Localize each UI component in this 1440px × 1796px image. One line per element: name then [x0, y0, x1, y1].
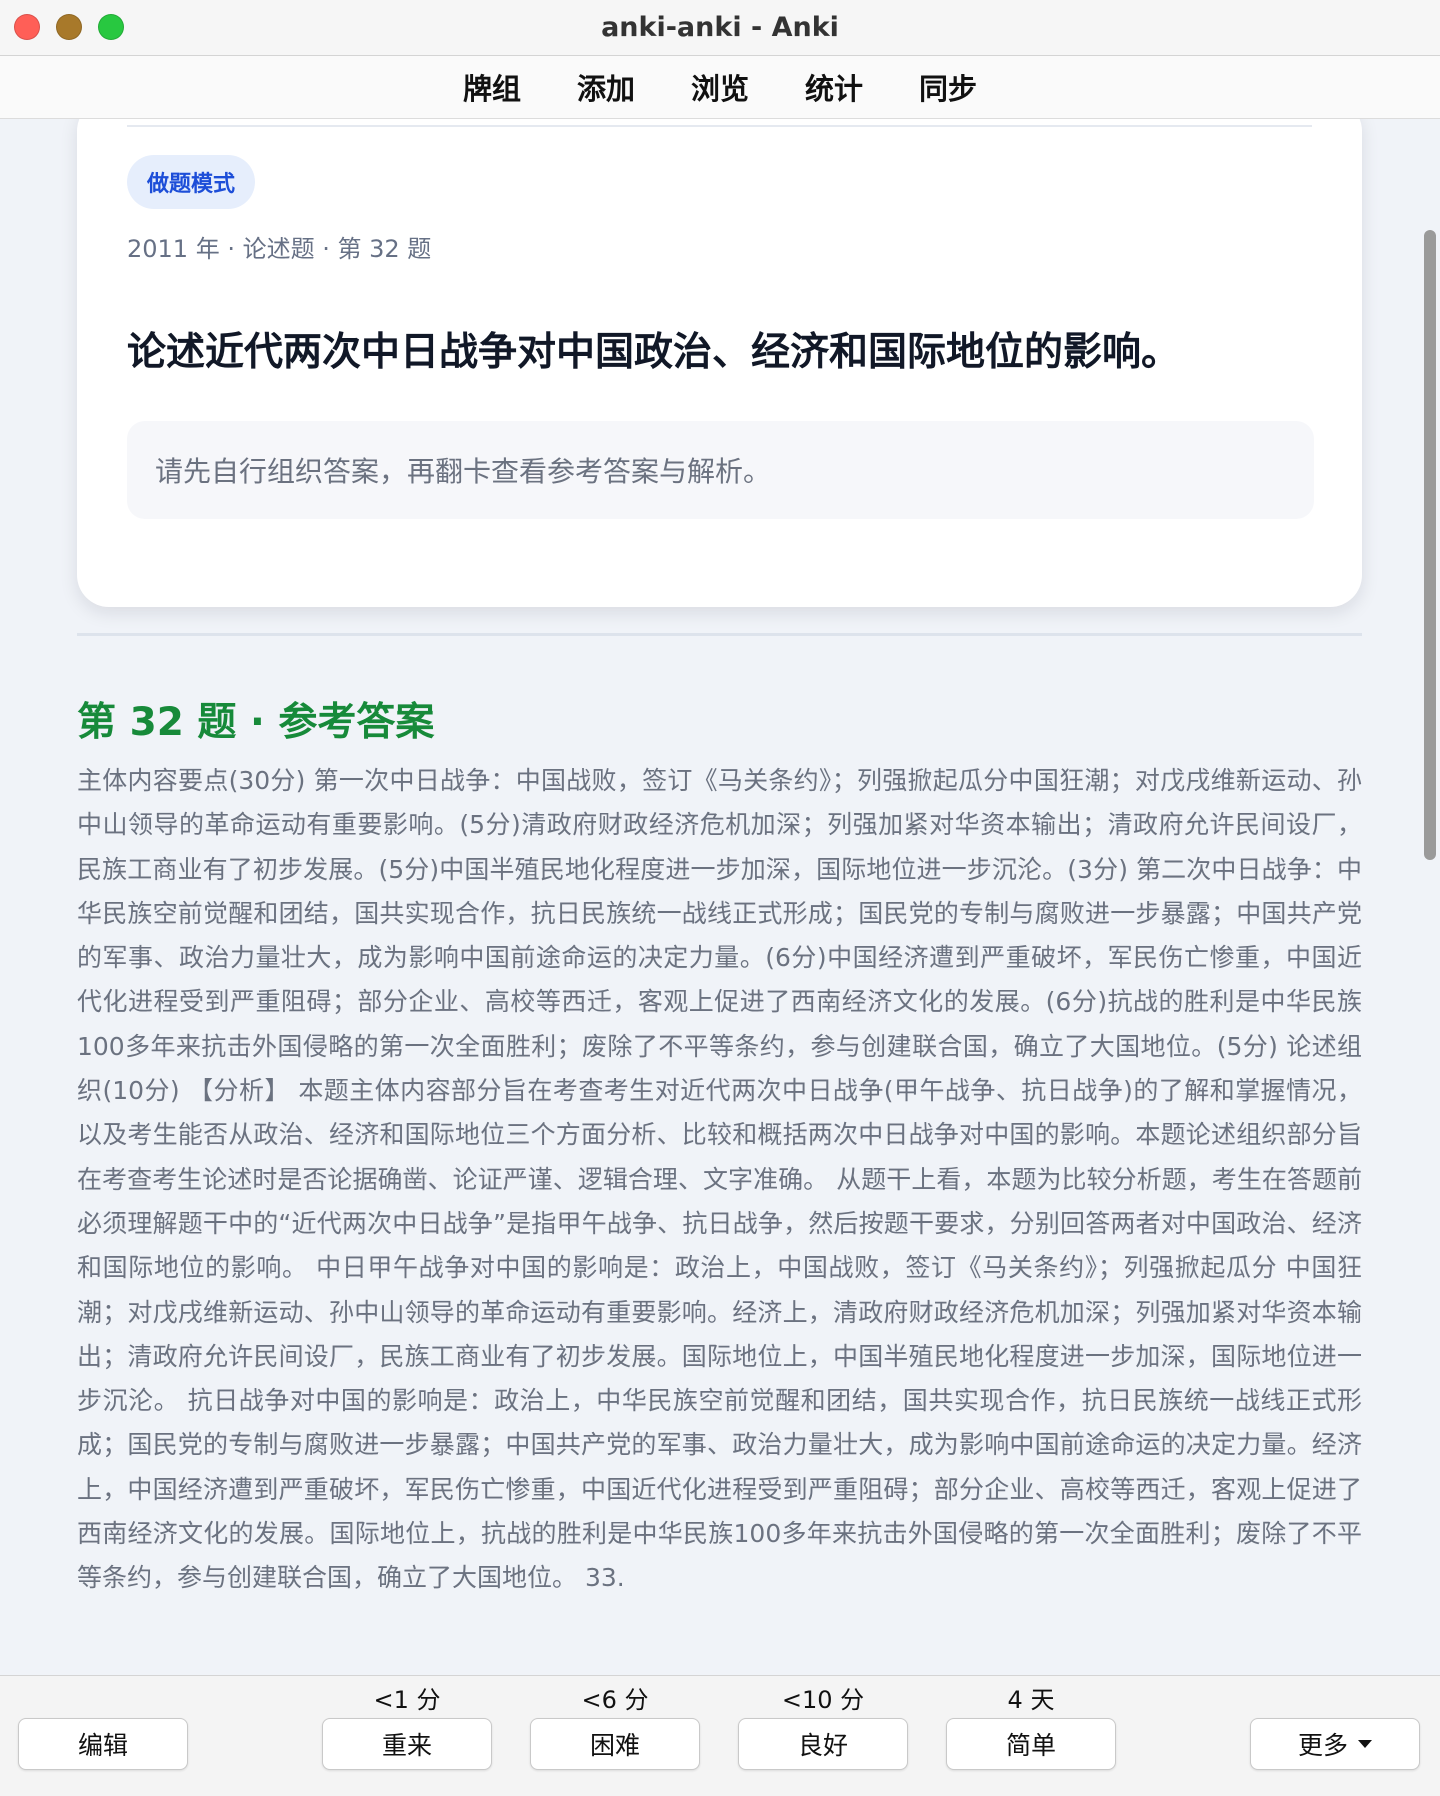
review-content[interactable]: 做题模式 2011 年 · 论述题 · 第 32 题 论述近代两次中日战争对中国… [0, 119, 1440, 1675]
main-nav: 牌组 添加 浏览 统计 同步 [0, 56, 1440, 119]
question-text: 论述近代两次中日战争对中国政治、经济和国际地位的影响。 [127, 330, 1181, 375]
window-controls [14, 14, 124, 40]
window-title: anki-anki - Anki [601, 12, 839, 43]
nav-sync[interactable]: 同步 [891, 66, 1005, 108]
nav-stats[interactable]: 统计 [777, 66, 891, 108]
edit-button[interactable]: 编辑 [18, 1718, 188, 1770]
answer-divider [77, 633, 1362, 636]
scrollbar[interactable] [1424, 230, 1436, 860]
hard-interval: <6 分 [581, 1686, 649, 1714]
dropdown-caret-icon [1358, 1740, 1372, 1748]
more-button[interactable]: 更多 [1250, 1718, 1420, 1770]
nav-decks[interactable]: 牌组 [435, 66, 549, 108]
title-bar: anki-anki - Anki [0, 0, 1440, 56]
question-card: 做题模式 2011 年 · 论述题 · 第 32 题 论述近代两次中日战争对中国… [77, 119, 1362, 607]
review-toolbar: 编辑 <1 分 重来 <6 分 困难 <10 分 良好 4 天 简单 更多 [0, 1675, 1440, 1796]
maximize-window-button[interactable] [98, 14, 124, 40]
more-label: 更多 [1297, 1731, 1348, 1760]
easy-interval: 4 天 [1007, 1686, 1055, 1714]
again-button[interactable]: 重来 [322, 1718, 492, 1770]
good-button[interactable]: 良好 [738, 1718, 908, 1770]
nav-browse[interactable]: 浏览 [663, 66, 777, 108]
card-divider [127, 125, 1312, 127]
easy-button[interactable]: 简单 [946, 1718, 1116, 1770]
close-window-button[interactable] [14, 14, 40, 40]
minimize-window-button[interactable] [56, 14, 82, 40]
again-interval: <1 分 [373, 1686, 441, 1714]
good-interval: <10 分 [781, 1686, 865, 1714]
hint-text: 请先自行组织答案，再翻卡查看参考答案与解析。 [155, 455, 772, 488]
hard-button[interactable]: 困难 [530, 1718, 700, 1770]
answer-title: 第 32 题 · 参考答案 [77, 700, 435, 745]
mode-badge: 做题模式 [127, 155, 256, 209]
nav-add[interactable]: 添加 [549, 66, 663, 108]
answer-body: 主体内容要点(30分) 第一次中日战争：中国战败，签订《马关条约》；列强掀起瓜分… [77, 766, 1362, 1593]
question-meta: 2011 年 · 论述题 · 第 32 题 [127, 235, 432, 263]
hint-box: 请先自行组织答案，再翻卡查看参考答案与解析。 [127, 421, 1314, 519]
